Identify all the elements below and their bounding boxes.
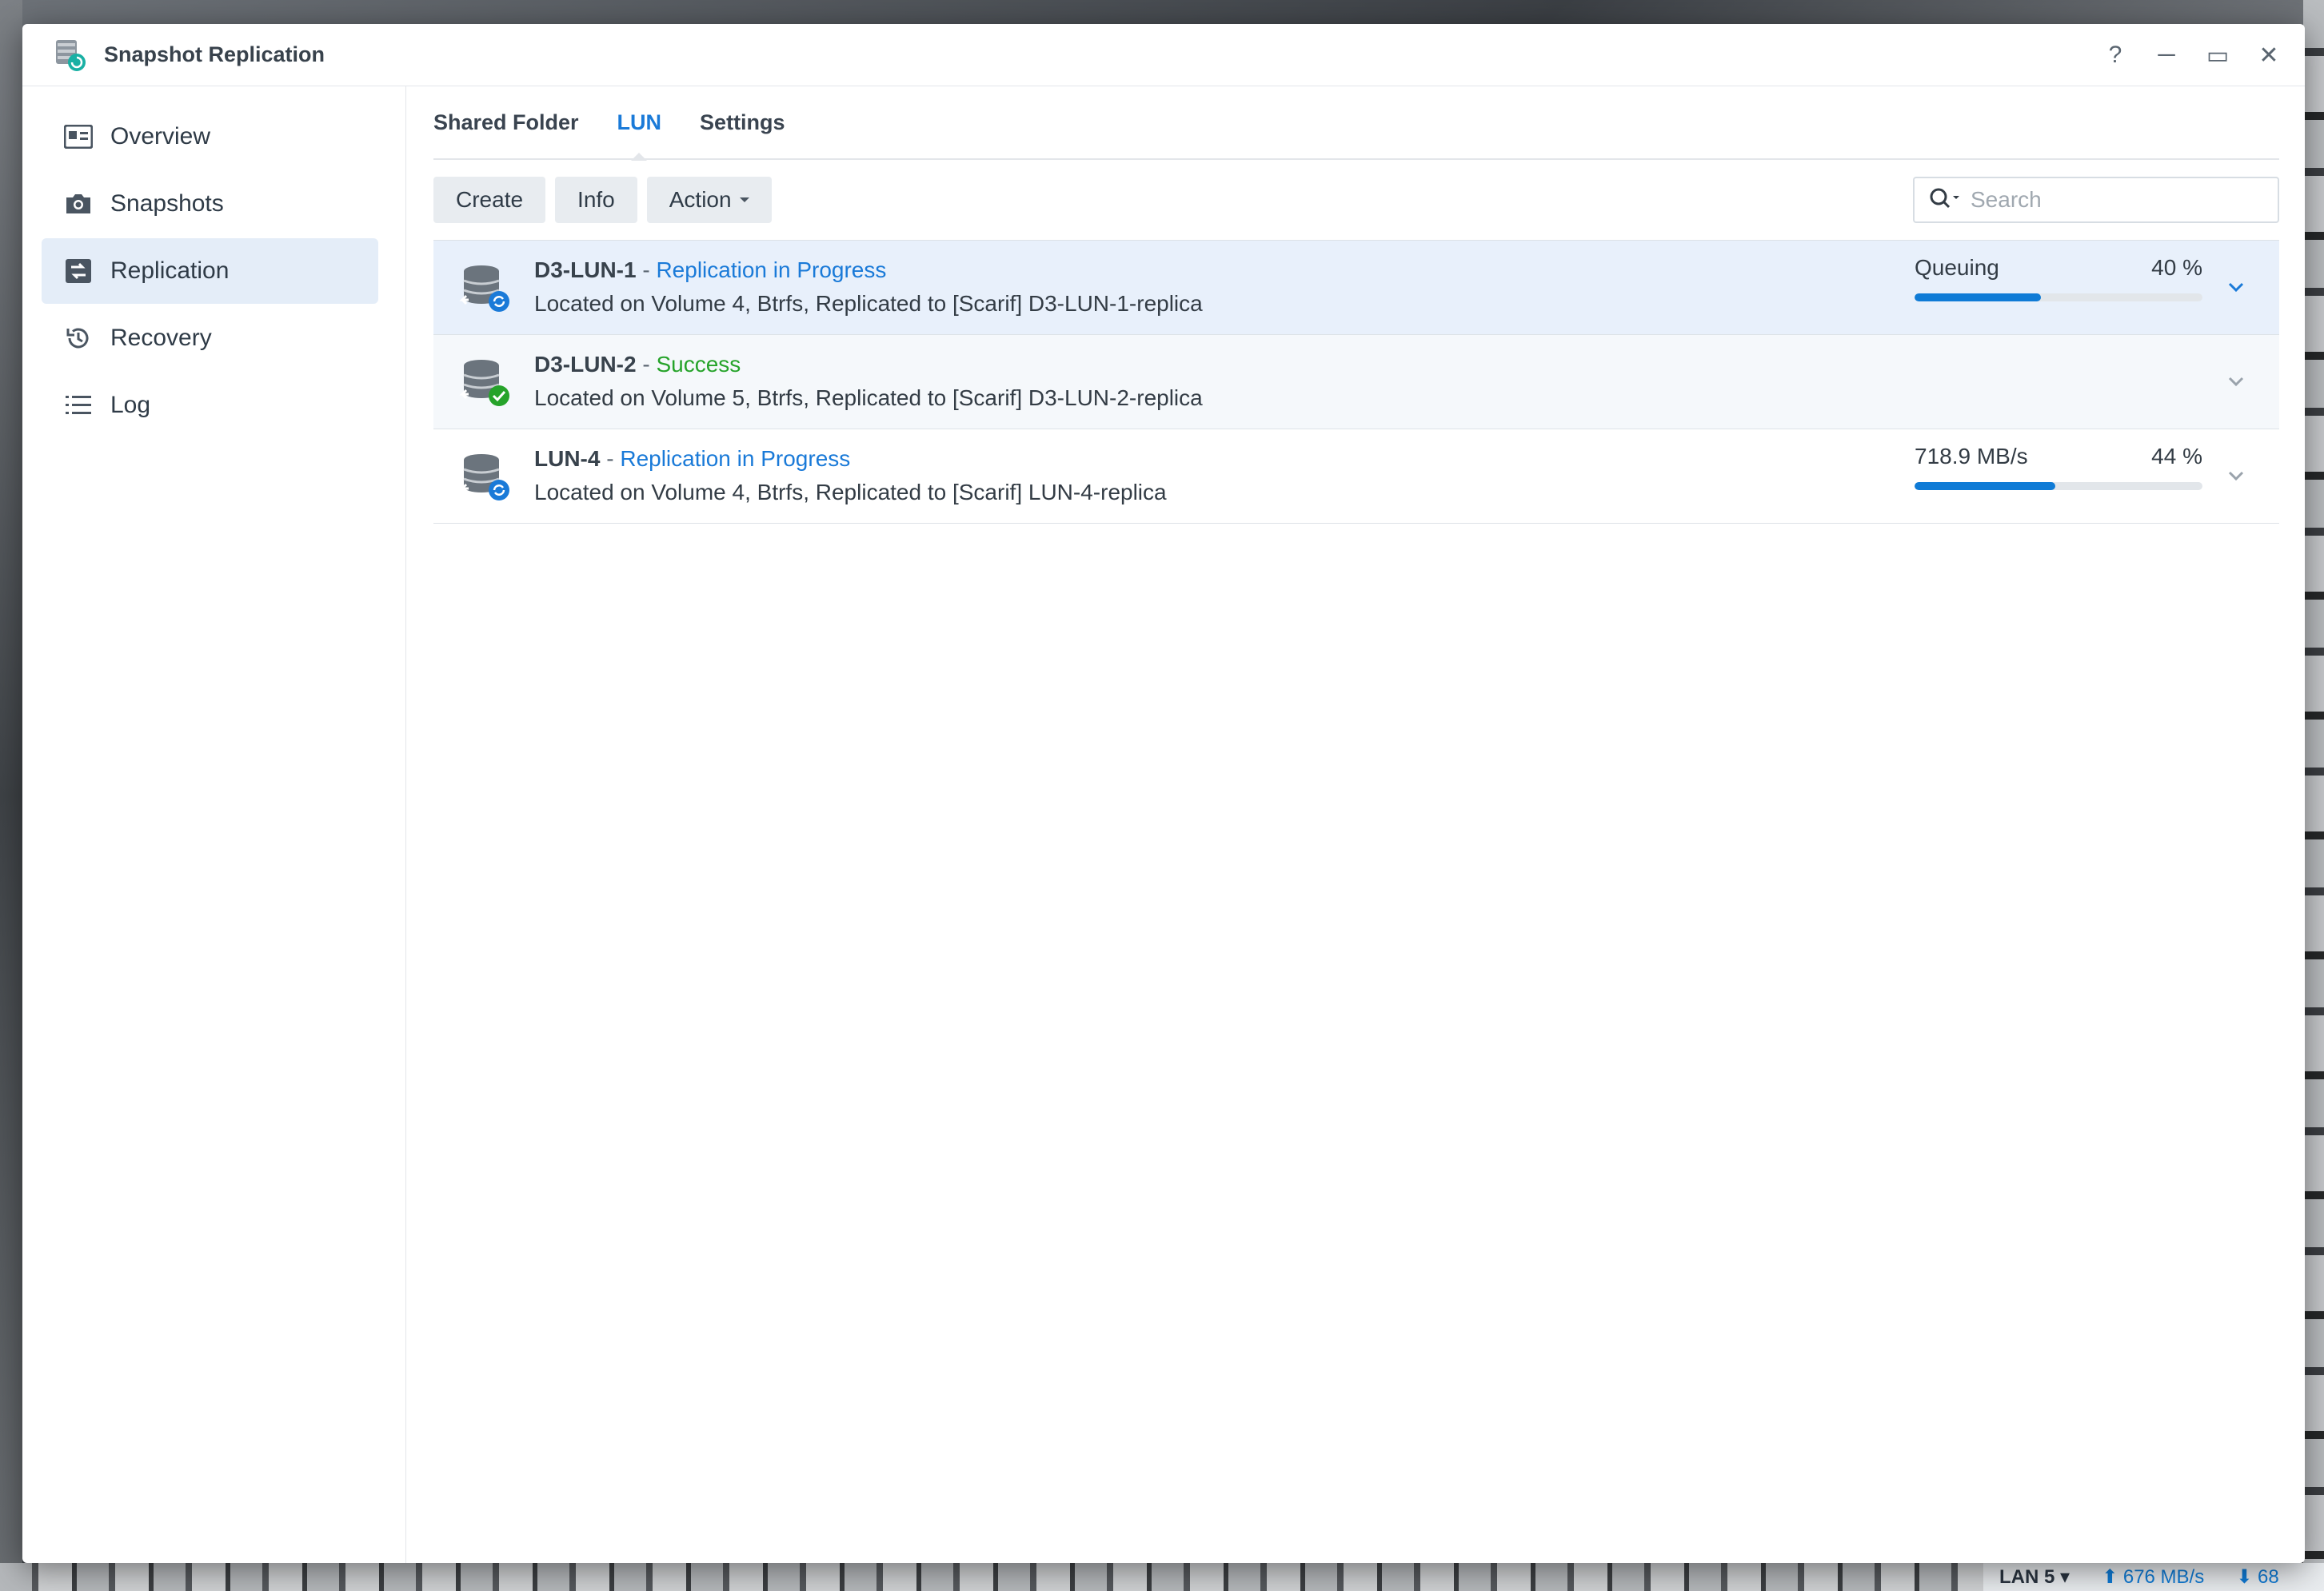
replication-icon <box>64 257 93 285</box>
upload-speed: ⬆ 676 MB/s <box>2102 1566 2205 1588</box>
action-dropdown-button[interactable]: Action <box>646 177 772 223</box>
search-input[interactable] <box>1971 187 2258 213</box>
sidebar-item-label: Log <box>110 392 151 418</box>
toolbar: Create Info Action <box>433 160 2279 240</box>
sidebar-item-label: Overview <box>110 123 211 150</box>
title-separator: - <box>600 445 621 471</box>
tab-shared-folder[interactable]: Shared Folder <box>433 86 579 159</box>
app-window: Snapshot Replication ? ─ ▭ ✕ Overview Sn… <box>22 24 2305 1563</box>
tab-settings[interactable]: Settings <box>700 86 785 159</box>
download-speed: ⬇ 68 <box>2236 1566 2279 1588</box>
minimize-button[interactable]: ─ <box>2154 42 2178 68</box>
progress-speed-text: 718.9 MB/s <box>1915 444 2028 469</box>
window-controls: ? ─ ▭ ✕ <box>2103 24 2281 86</box>
title-separator: - <box>636 351 657 377</box>
maximize-button[interactable]: ▭ <box>2206 42 2230 69</box>
lun-success-icon <box>457 354 513 410</box>
history-icon <box>64 324 93 353</box>
row-text: D3-LUN-2 - Success Located on Volume 5, … <box>534 349 2279 416</box>
main-panel: Shared Folder LUN Settings Create Info A… <box>406 86 2305 1563</box>
progress-status-text: Queuing <box>1915 255 1999 280</box>
chevron-down-icon[interactable] <box>2225 465 2247 487</box>
sidebar-item-log[interactable]: Log <box>42 373 378 438</box>
lun-row-d3-lun-2[interactable]: D3-LUN-2 - Success Located on Volume 5, … <box>433 335 2279 429</box>
title-bar[interactable]: Snapshot Replication ? ─ ▭ ✕ <box>22 24 2305 86</box>
sidebar-item-label: Replication <box>110 257 230 284</box>
sidebar-item-overview[interactable]: Overview <box>42 104 378 169</box>
camera-icon <box>64 189 93 218</box>
lun-list: D3-LUN-1 - Replication in Progress Locat… <box>433 240 2279 524</box>
overview-card-icon <box>64 122 93 151</box>
sidebar: Overview Snapshots Replication Recovery <box>22 86 406 1563</box>
close-button[interactable]: ✕ <box>2257 42 2281 69</box>
window-body: Overview Snapshots Replication Recovery <box>22 86 2305 1563</box>
status-label: Success <box>656 351 741 377</box>
info-button[interactable]: Info <box>555 177 637 223</box>
search-icon[interactable] <box>1929 186 1961 214</box>
desktop-background-right <box>2303 0 2324 1591</box>
title-separator: - <box>636 257 657 282</box>
caret-down-icon <box>739 197 749 202</box>
replication-progress: Queuing 40 % <box>1915 255 2202 301</box>
sidebar-item-label: Snapshots <box>110 190 224 217</box>
progress-track <box>1915 293 2202 301</box>
desktop-background-bottom <box>0 1563 2324 1591</box>
chevron-down-icon[interactable] <box>2225 370 2247 393</box>
tab-bar: Shared Folder LUN Settings <box>433 86 2279 161</box>
snapshot-replication-app-icon <box>51 37 88 74</box>
lun-location: Located on Volume 5, Btrfs, Replicated t… <box>534 385 1203 410</box>
sidebar-item-snapshots[interactable]: Snapshots <box>42 171 378 237</box>
lun-replicating-icon <box>457 449 513 504</box>
help-button[interactable]: ? <box>2103 42 2127 68</box>
sidebar-item-replication[interactable]: Replication <box>42 238 378 304</box>
lun-row-lun-4[interactable]: LUN-4 - Replication in Progress Located … <box>433 429 2279 524</box>
lun-name: D3-LUN-1 <box>534 257 637 282</box>
progress-percent: 44 % <box>2151 444 2202 469</box>
lun-replicating-icon <box>457 260 513 316</box>
list-icon <box>64 391 93 420</box>
lun-name: D3-LUN-2 <box>534 351 637 377</box>
tab-lun[interactable]: LUN <box>617 86 661 161</box>
status-label: Replication in Progress <box>656 257 887 282</box>
desktop-background-left <box>0 0 22 1591</box>
lan-selector[interactable]: LAN 5 ▾ <box>1999 1565 2070 1589</box>
window-title: Snapshot Replication <box>104 42 325 66</box>
lun-name: LUN-4 <box>534 445 601 471</box>
lun-row-d3-lun-1[interactable]: D3-LUN-1 - Replication in Progress Locat… <box>433 241 2279 335</box>
chevron-down-icon[interactable] <box>2225 276 2247 298</box>
sidebar-item-label: Recovery <box>110 325 212 351</box>
progress-percent: 40 % <box>2151 255 2202 280</box>
search-box[interactable] <box>1913 177 2279 223</box>
row-title: D3-LUN-2 - Success <box>534 349 2279 381</box>
progress-track <box>1915 482 2202 490</box>
sidebar-item-recovery[interactable]: Recovery <box>42 305 378 371</box>
status-label: Replication in Progress <box>620 445 851 471</box>
action-button-label: Action <box>669 187 732 212</box>
create-button[interactable]: Create <box>433 177 546 223</box>
replication-progress: 718.9 MB/s 44 % <box>1915 444 2202 490</box>
progress-fill <box>1915 482 2056 490</box>
progress-fill <box>1915 293 2042 301</box>
system-taskbar: LAN 5 ▾ ⬆ 676 MB/s ⬇ 68 <box>1983 1563 2324 1591</box>
